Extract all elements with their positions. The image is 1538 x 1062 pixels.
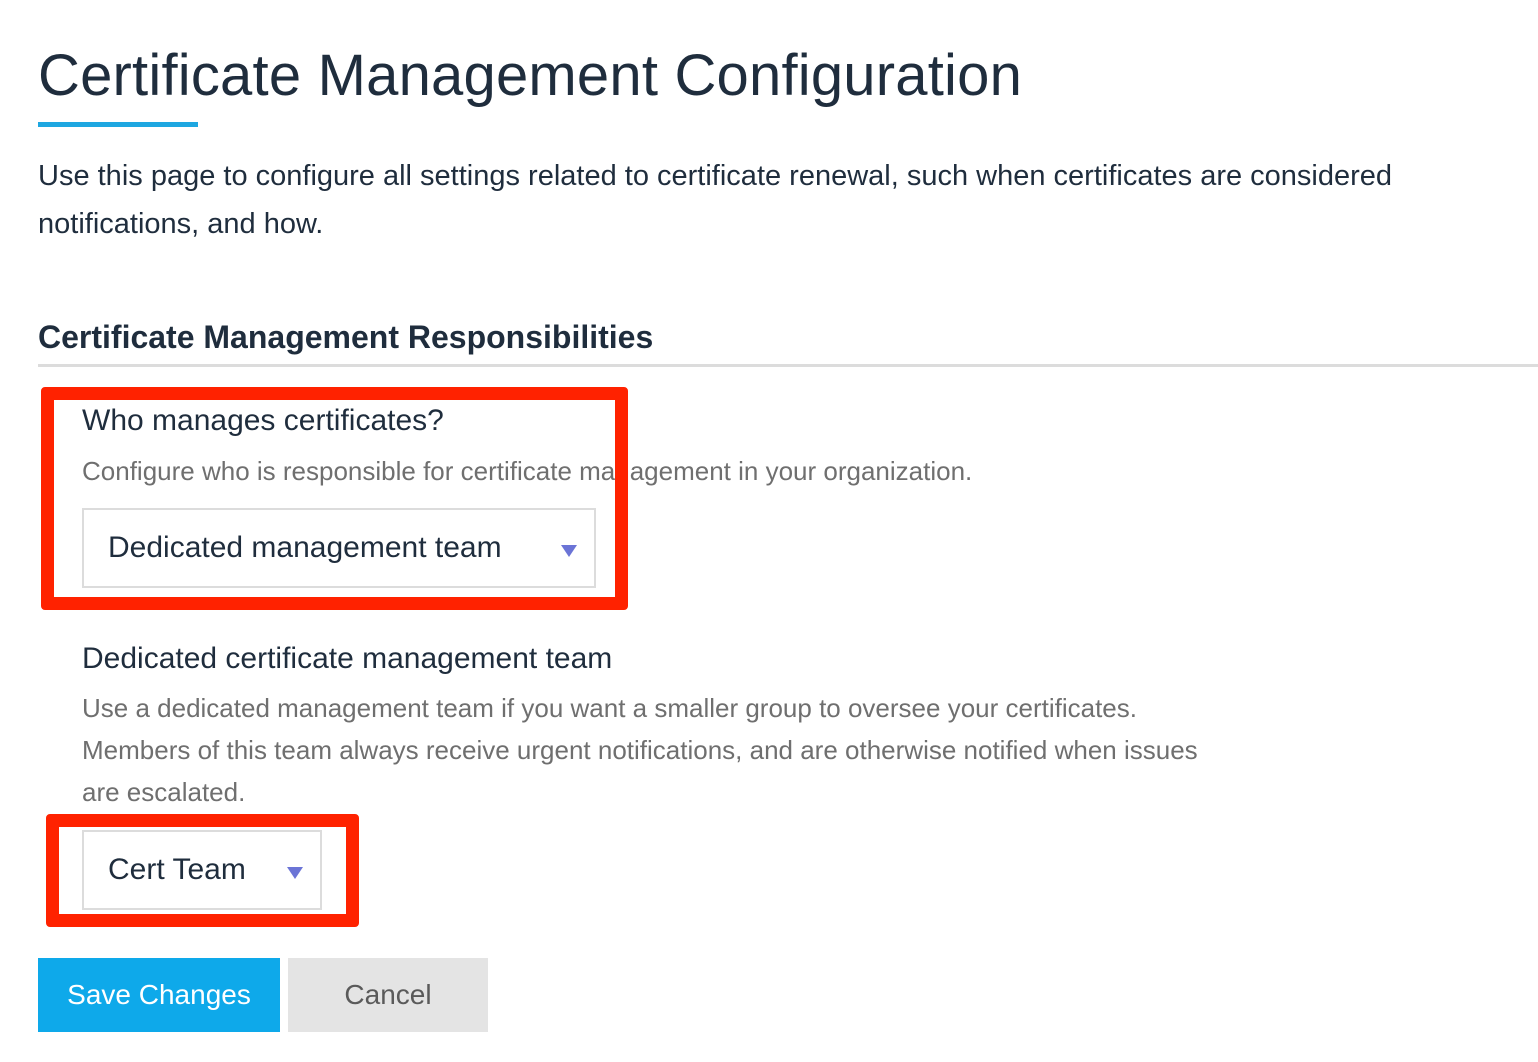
- chevron-down-icon: [561, 545, 577, 557]
- title-underline: [38, 122, 198, 127]
- save-changes-button[interactable]: Save Changes: [38, 958, 280, 1032]
- who-manages-select[interactable]: Dedicated management team: [82, 508, 596, 588]
- dedicated-team-help: Use a dedicated management team if you w…: [82, 687, 1382, 813]
- chevron-down-icon: [287, 867, 303, 879]
- dedicated-team-select-value: Cert Team: [108, 853, 246, 886]
- certificate-config-page: Certificate Management Configuration Use…: [0, 0, 1538, 1062]
- intro-line-2: notifications, and how.: [38, 208, 324, 240]
- cancel-button[interactable]: Cancel: [288, 958, 488, 1032]
- dedicated-team-select[interactable]: Cert Team: [82, 830, 322, 910]
- dedicated-team-help-line-3: are escalated.: [82, 777, 246, 807]
- intro-text: Use this page to configure all settings …: [38, 152, 1538, 248]
- who-manages-select-value: Dedicated management team: [108, 531, 502, 564]
- dedicated-team-help-line-2: Members of this team always receive urge…: [82, 735, 1198, 765]
- dedicated-team-help-line-1: Use a dedicated management team if you w…: [82, 693, 1137, 723]
- intro-line-1: Use this page to configure all settings …: [38, 160, 1393, 192]
- section-title: Certificate Management Responsibilities: [38, 319, 654, 355]
- section-divider: [38, 364, 1538, 367]
- who-manages-label: Who manages certificates?: [82, 404, 444, 437]
- page-title: Certificate Management Configuration: [38, 43, 1023, 108]
- who-manages-help-line: Configure who is responsible for certifi…: [82, 456, 973, 486]
- dedicated-team-label: Dedicated certificate management team: [82, 642, 613, 675]
- who-manages-help: Configure who is responsible for certifi…: [82, 450, 1182, 492]
